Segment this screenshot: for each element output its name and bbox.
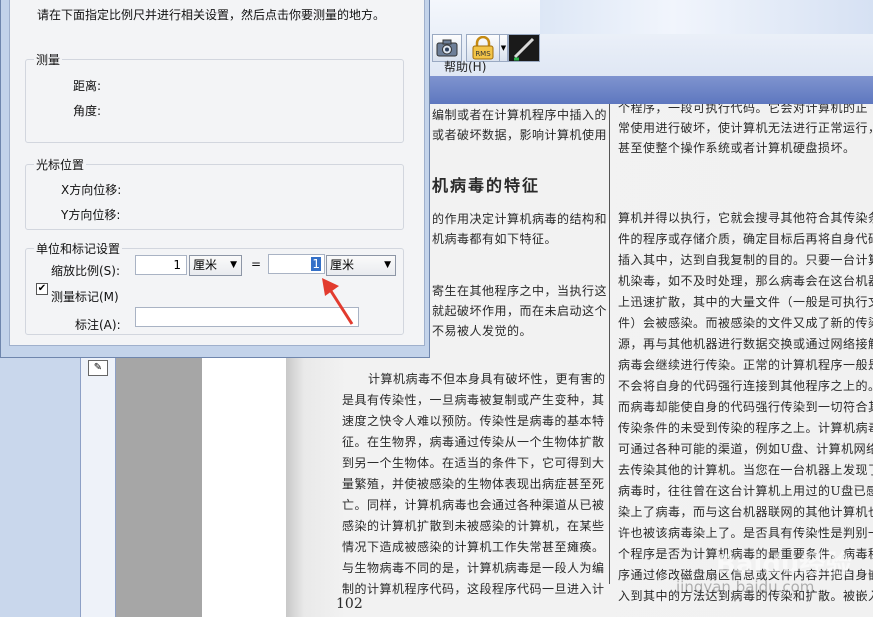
- scale-input-source[interactable]: 1: [135, 255, 187, 275]
- unit-select-source[interactable]: 厘米 ▼: [189, 255, 242, 276]
- text-line: 上迅速扩散，其中的大量文件（一般是可执行文: [618, 295, 873, 309]
- angle-label: 角度:: [73, 104, 102, 118]
- annotation-label: 标注(A):: [75, 318, 121, 332]
- menu-help[interactable]: 帮助(H): [444, 58, 486, 75]
- measure-group: 测量: [25, 51, 404, 143]
- text-line: 件的程序或存储介质，确定目标后再将自身代码: [618, 232, 873, 246]
- toolbar-background: [540, 0, 873, 34]
- text-line: 情况下造成被感染的计算机工作失常甚至瘫痪。: [342, 540, 605, 554]
- equals-sign: =: [251, 257, 262, 271]
- text-line: 征。在生物界，病毒通过传染从一个生物体扩散: [342, 435, 605, 449]
- distance-label: 距离:: [73, 79, 102, 93]
- chevron-down-icon: ▼: [500, 44, 507, 52]
- text-line: 速度之快令人难以预防。传染性是病毒的基本特: [342, 414, 605, 428]
- text-line: 是具有传染性，一旦病毒被复制或产生变种，其: [342, 393, 605, 407]
- ribbon-bar: [430, 76, 873, 104]
- pen-tool-button[interactable]: [508, 34, 540, 62]
- measure-mark-label[interactable]: 测量标记(M): [51, 288, 119, 305]
- text-line: 而病毒却能使自身的代码强行传染到一切符合其: [618, 400, 873, 414]
- page-number: 102: [336, 596, 363, 612]
- scale-label: 缩放比例(S):: [51, 264, 121, 278]
- checkmark-icon: ✔: [37, 283, 47, 294]
- text-line: 到另一个生物体。在适当的条件下，它可得到大: [342, 456, 605, 470]
- tool-strip: [80, 346, 116, 617]
- text-line: 量繁殖，并使被感染的生物体表现出病症甚至死: [342, 477, 605, 491]
- edit-tool-icon[interactable]: ✎: [88, 360, 108, 376]
- cursor-group-title: 光标位置: [34, 156, 87, 173]
- text-line: 机染毒，如不及时处理，那么病毒会在这台机器: [618, 274, 873, 288]
- text-line: 感染的计算机扩散到未被感染的计算机，在某些: [342, 519, 605, 533]
- measure-mark-checkbox[interactable]: ✔: [36, 283, 48, 295]
- chevron-down-icon: ▼: [230, 260, 237, 270]
- scale-input-target-value: 1: [311, 257, 321, 271]
- text-line: 制的计算机程序代码，这段程序代码一旦进入计: [342, 582, 605, 596]
- unit-select-target[interactable]: 厘米 ▼: [326, 255, 396, 276]
- rms-label: RMS: [475, 50, 491, 58]
- text-line: 插入其中，达到自我复制的目的。只要一台计算: [618, 253, 873, 267]
- text-line: 不会将自身的代码强行连接到其他程序之上的。: [618, 379, 873, 393]
- text-line: 去传染其他的计算机。当您在一台机器上发现了: [618, 463, 873, 477]
- text-line: 传染条件的未受到传染的程序之上。计算机病毒: [618, 421, 873, 435]
- measure-group-title: 测量: [34, 51, 63, 68]
- text-line: 甚至使整个操作系统或者计算机硬盘损坏。: [618, 141, 856, 155]
- text-line: 机病毒都有如下特征。: [432, 232, 558, 246]
- text-line: 与生物病毒不同的是，计算机病毒是一段人为编: [342, 561, 605, 575]
- workspace-background: [116, 346, 202, 617]
- chevron-down-icon: ▼: [384, 260, 391, 270]
- column-divider: [609, 104, 610, 584]
- text-line: 计算机病毒不但本身具有破坏性，更有害的: [368, 372, 606, 386]
- text-line: 算机并得以执行，它就会搜寻其他符合其传染条: [618, 211, 873, 225]
- lock-icon: RMS: [472, 36, 494, 60]
- watermark-logo: Baidu经验: [716, 550, 852, 580]
- text-line: 源，再与其他机器进行数据交换或通过网络接触，: [618, 337, 873, 351]
- scale-input-target[interactable]: 1: [268, 254, 325, 274]
- text-line: 或者破坏数据，影响计算机使用: [432, 128, 608, 142]
- unit-select-value: 厘米: [330, 258, 355, 272]
- text-line: 可通过各种可能的渠道，例如U盘、计算机网络: [618, 442, 873, 456]
- rms-dropdown-button[interactable]: ▼: [499, 34, 508, 62]
- y-offset-label: Y方向位移:: [61, 208, 121, 222]
- text-line: 亡。同样，计算机病毒也会通过各种渠道从已被: [342, 498, 605, 512]
- unit-select-value: 厘米: [193, 258, 218, 272]
- page-margin: [202, 346, 286, 617]
- text-line: 病毒会继续进行传染。正常的计算机程序一般是: [618, 358, 873, 372]
- camera-icon: [436, 39, 458, 57]
- text-line: 病毒时，往往曾在这台计算机上用过的U盘已感: [618, 484, 873, 498]
- dialog-instruction: 请在下面指定比例尺并进行相关设置，然后点击你要测量的地方。: [37, 8, 386, 22]
- text-line: 不易被人发觉的。: [432, 324, 533, 338]
- text-line: 染上了病毒，而与这台机器联网的其他计算机也: [618, 505, 873, 519]
- text-line: 常使用进行破坏，使计算机无法进行正常运行，: [618, 121, 873, 135]
- text-line: 许也被该病毒染上了。是否具有传染性是判别一: [618, 526, 873, 540]
- red-arrow-icon: [322, 278, 354, 325]
- unit-group-title: 单位和标记设置: [34, 240, 123, 257]
- watermark-url: jingyan.baidu.com: [676, 578, 815, 596]
- measure-dialog: 请在下面指定比例尺并进行相关设置，然后点击你要测量的地方。 测量 距离: 角度:…: [0, 0, 430, 358]
- x-offset-label: X方向位移:: [61, 183, 122, 197]
- text-line: 件）会被感染。而被感染的文件又成了新的传染: [618, 316, 873, 330]
- pen-icon: [513, 37, 535, 61]
- section-heading: 机病毒的特征: [432, 176, 541, 195]
